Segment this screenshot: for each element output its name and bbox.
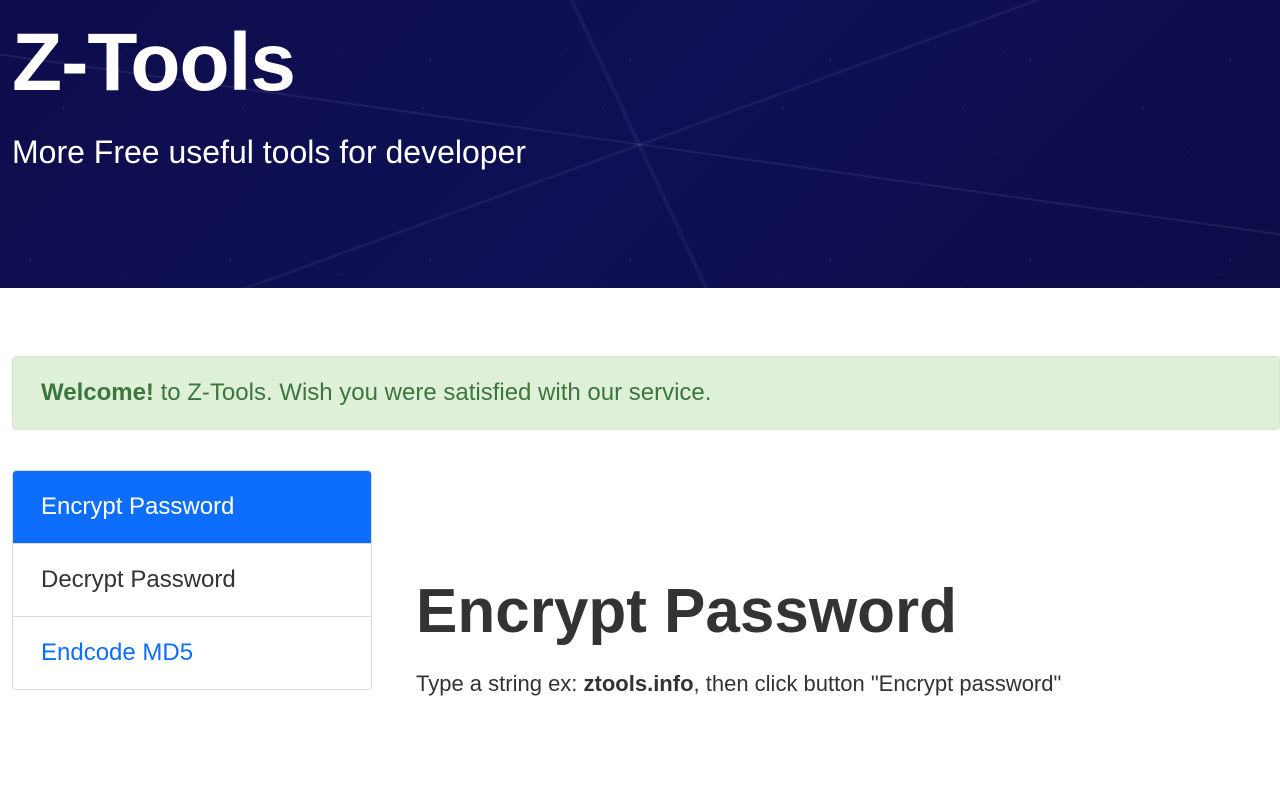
page-title: Encrypt Password (416, 576, 1280, 647)
sidebar-item-encode-md5[interactable]: Endcode MD5 (13, 617, 371, 689)
sidebar-item-decrypt-password[interactable]: Decrypt Password (13, 544, 371, 617)
instruction-bold: ztools.info (584, 671, 694, 696)
site-subtitle: More Free useful tools for developer (12, 134, 1268, 171)
instruction-text: Type a string ex: ztools.info, then clic… (416, 671, 1280, 697)
site-title: Z-Tools (12, 18, 1268, 108)
main-area: Encrypt Password Decrypt Password Endcod… (12, 470, 1280, 697)
sidebar-item-encrypt-password[interactable]: Encrypt Password (13, 471, 371, 544)
instruction-prefix: Type a string ex: (416, 671, 584, 696)
sidebar-nav: Encrypt Password Decrypt Password Endcod… (12, 470, 372, 690)
main-content: Encrypt Password Type a string ex: ztool… (416, 470, 1280, 697)
sidebar-item-label: Decrypt Password (41, 566, 236, 593)
content-area: Welcome! to Z-Tools. Wish you were satis… (0, 288, 1280, 697)
welcome-alert: Welcome! to Z-Tools. Wish you were satis… (12, 356, 1280, 430)
welcome-bold: Welcome! (41, 379, 154, 406)
instruction-suffix: , then click button "Encrypt password" (694, 671, 1062, 696)
sidebar-item-label: Encrypt Password (41, 493, 234, 520)
site-header: Z-Tools More Free useful tools for devel… (0, 0, 1280, 288)
sidebar-item-label: Endcode MD5 (41, 639, 193, 666)
welcome-text: to Z-Tools. Wish you were satisfied with… (154, 379, 712, 406)
